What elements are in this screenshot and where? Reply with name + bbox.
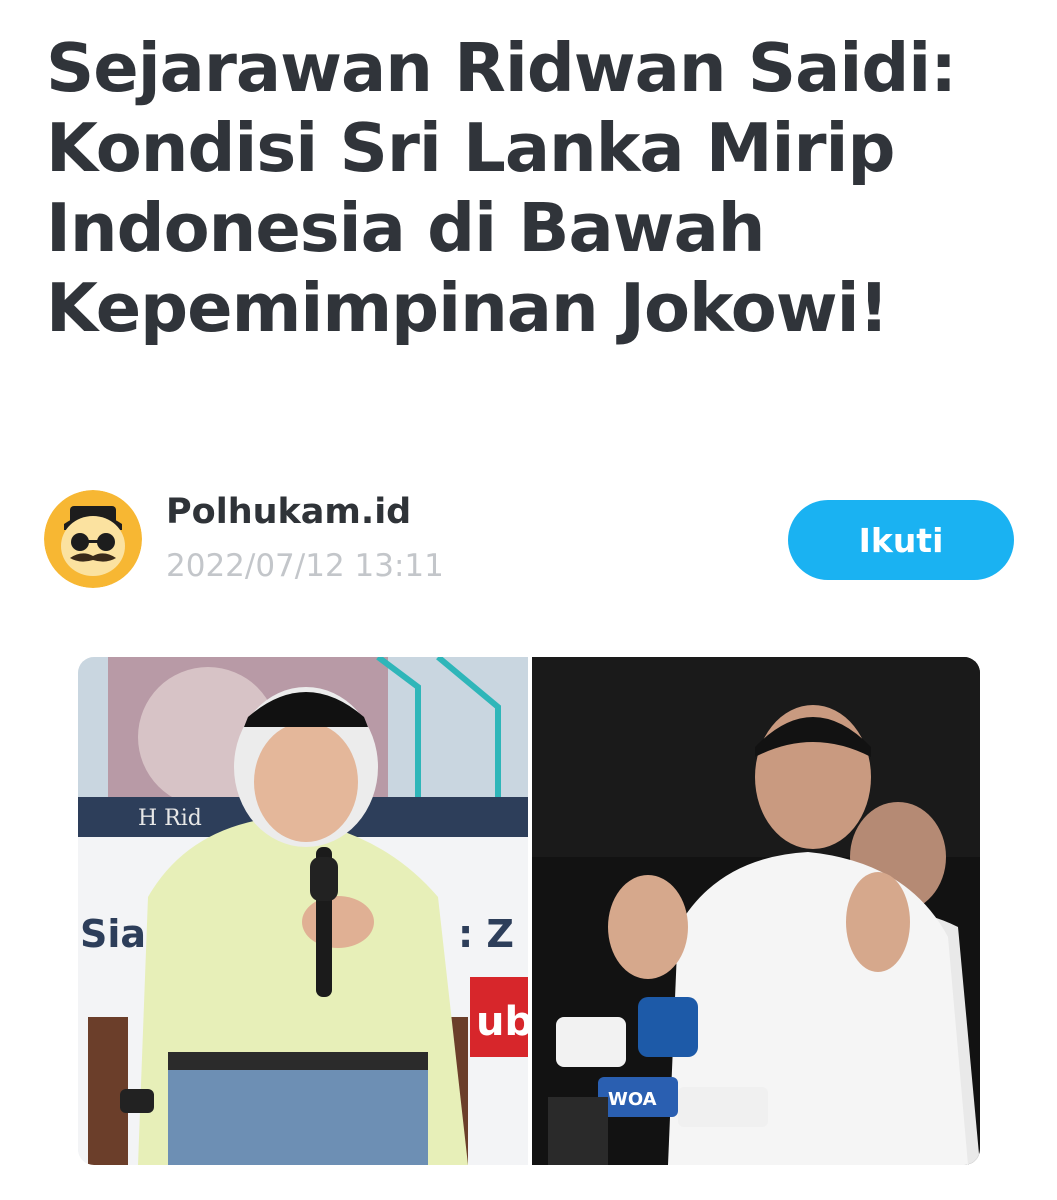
article-headline: Sejarawan Ridwan Saidi: Kondisi Sri Lank… xyxy=(46,29,957,347)
left-photo-panel: H Rid Sia : Z ub xyxy=(78,657,533,1165)
banner-text: H Rid xyxy=(138,806,202,831)
mustache-man-avatar-icon[interactable] xyxy=(44,490,142,588)
sign-text-right: : Z xyxy=(458,912,514,956)
youtube-badge-text: ub xyxy=(476,999,533,1045)
mic-flag-text: WOA xyxy=(608,1089,657,1110)
follow-button[interactable]: Ikuti xyxy=(788,500,1014,580)
article-card: Sejarawan Ridwan Saidi: Kondisi Sri Lank… xyxy=(0,0,1057,1200)
sign-text-left: Sia xyxy=(80,912,146,956)
author-name[interactable]: Polhukam.id xyxy=(166,492,411,532)
author-row: Polhukam.id 2022/07/12 13:11 Ikuti xyxy=(44,490,1014,590)
publish-timestamp: 2022/07/12 13:11 xyxy=(166,548,444,584)
right-photo-panel: WOA xyxy=(532,657,980,1165)
article-photo[interactable]: H Rid Sia : Z ub WOA xyxy=(78,657,980,1165)
